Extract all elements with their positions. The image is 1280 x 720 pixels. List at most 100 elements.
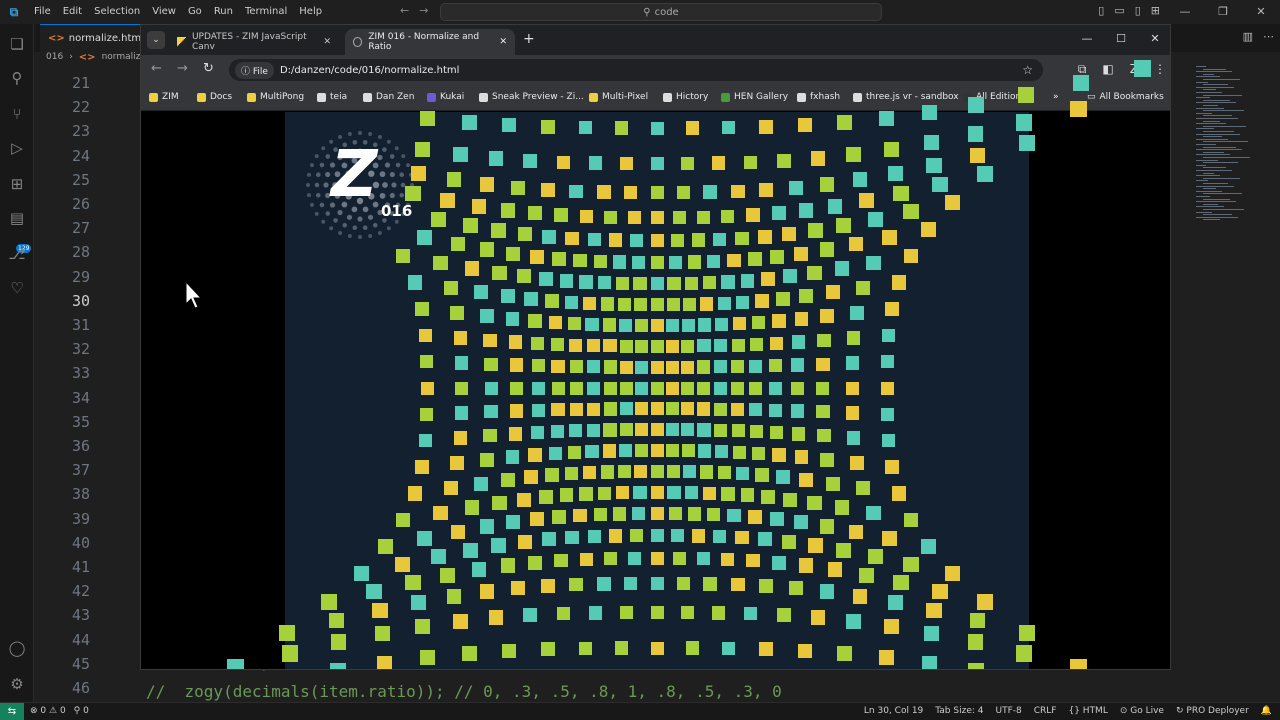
bookmark-hictory[interactable]: Hictory	[663, 92, 708, 102]
tile-square	[556, 155, 571, 170]
address-bar[interactable]: ⓘ File D:/danzen/code/016/normalize.html…	[229, 59, 1043, 81]
language-mode[interactable]: {} HTML	[1068, 706, 1107, 716]
cursor-position[interactable]: Ln 30, Col 19	[864, 706, 923, 716]
account-icon[interactable]: ◯	[7, 638, 27, 658]
search-icon[interactable]: ⚲	[7, 68, 27, 88]
menu-item-view[interactable]: View	[146, 0, 182, 24]
bookmark-kukai[interactable]: Kukai	[427, 92, 464, 102]
tab-search-icon[interactable]: ⌄	[147, 31, 165, 49]
tile-square	[791, 404, 805, 418]
minimize-icon[interactable]: —	[1070, 25, 1104, 53]
bookmark-fxhash[interactable]: fxhash	[797, 92, 840, 102]
bookmark-label: Dan Zen	[376, 92, 415, 102]
tab-size[interactable]: Tab Size: 4	[935, 706, 983, 716]
chevron-right-icon: ›	[69, 52, 73, 62]
menu-item-selection[interactable]: Selection	[88, 0, 146, 24]
kebab-menu-icon[interactable]: ⋮	[1154, 62, 1166, 77]
menu-item-go[interactable]: Go	[182, 0, 208, 24]
customize-layout-icon[interactable]: ⊞	[1151, 4, 1160, 17]
go-live-button[interactable]: ⊙ Go Live	[1120, 706, 1164, 716]
line-ending[interactable]: CRLF	[1034, 706, 1057, 716]
tile-square	[523, 608, 538, 623]
pro-deployer-button[interactable]: ↻ PRO Deployer	[1176, 706, 1249, 716]
tile-square	[702, 486, 717, 500]
encoding[interactable]: UTF-8	[995, 706, 1021, 716]
remote-indicator-icon[interactable]: ⇆	[0, 703, 24, 720]
minimap-line	[1196, 211, 1212, 213]
bookmark-docs[interactable]: Docs	[197, 92, 232, 102]
minimap[interactable]	[1192, 66, 1252, 226]
bookmark-star-icon[interactable]: ☆	[1022, 63, 1033, 77]
bookmark-dan-zen[interactable]: Dan Zen	[363, 92, 414, 102]
toggle-secondary-sidebar-icon[interactable]: ▯	[1135, 4, 1141, 17]
restore-icon[interactable]: ❐	[1204, 0, 1242, 24]
back-arrow-icon[interactable]: ←	[151, 61, 162, 76]
logo-dot	[346, 214, 353, 220]
forward-arrow-icon[interactable]: →	[177, 61, 188, 76]
bookmark-zim[interactable]: ZIM	[149, 92, 179, 102]
run-debug-icon[interactable]: ▷	[7, 138, 27, 158]
minimize-icon[interactable]: —	[1166, 0, 1204, 24]
menu-item-file[interactable]: File	[28, 0, 57, 24]
tile-square	[528, 448, 542, 462]
bookmark-sneak-preview-zi[interactable]: Sneak Preview - Zi...	[479, 92, 584, 102]
tile-square	[698, 318, 712, 332]
tile-square	[585, 317, 599, 332]
tile-square	[463, 218, 478, 233]
bookmark-multipong[interactable]: MultiPong	[247, 92, 304, 102]
problems-indicator[interactable]: ⊗ 0 ⚠ 0	[30, 706, 66, 716]
reload-icon[interactable]: ↻	[203, 61, 214, 76]
more-actions-icon[interactable]: ⋯	[1263, 30, 1274, 43]
source-control-icon[interactable]: ⑂	[7, 104, 27, 124]
close-icon[interactable]: ✕	[1138, 25, 1170, 53]
tile-square	[732, 317, 747, 331]
git-graph-icon[interactable]: ⎇	[7, 244, 27, 264]
extensions-icon[interactable]: ⊞	[7, 174, 27, 194]
explorer-icon[interactable]: ❏	[7, 34, 27, 54]
tile-square	[797, 643, 812, 658]
maximize-icon[interactable]: ☐	[1104, 25, 1138, 53]
close-tab-icon[interactable]: ✕	[499, 37, 507, 47]
zim-canvas-stage[interactable]: Z 016	[227, 59, 1151, 669]
bookmark-three-js-vr-sandbox[interactable]: three.js vr - sandbox	[853, 92, 959, 102]
back-arrow-icon[interactable]: ←	[400, 4, 409, 17]
tile-square	[759, 578, 774, 593]
tile-square	[730, 184, 745, 199]
bookmark-multi-pixel[interactable]: Multi-Pixel	[589, 92, 648, 102]
close-tab-icon[interactable]: ✕	[323, 37, 331, 47]
tile-square	[588, 606, 603, 620]
side-panel-icon[interactable]: ◧	[1102, 62, 1113, 77]
split-editor-icon[interactable]: ▥	[1243, 30, 1253, 43]
tile-square	[650, 507, 664, 521]
bookmarks-overflow-icon[interactable]: »	[1053, 92, 1059, 102]
notifications-bell-icon[interactable]: 🔔	[1261, 706, 1272, 716]
toggle-sidebar-icon[interactable]: ▯	[1098, 4, 1104, 17]
heart-icon[interactable]: ♡	[7, 278, 27, 298]
site-info-chip[interactable]: ⓘ File	[235, 61, 274, 79]
tile-square	[846, 147, 862, 163]
chrome-tab-normalize[interactable]: ZIM 016 - Normalize and Ratio ✕	[345, 29, 515, 55]
breadcrumb-folder[interactable]: 016	[46, 52, 63, 66]
remote-explorer-icon[interactable]: ▤	[7, 208, 27, 228]
logo-dot	[321, 146, 326, 151]
logo-dot	[309, 202, 314, 207]
menu-item-terminal[interactable]: Terminal	[239, 0, 293, 24]
all-bookmarks-folder[interactable]: ▭ All Bookmarks	[1087, 92, 1164, 102]
command-center-search[interactable]: ⚲ code	[440, 3, 882, 21]
forward-arrow-icon[interactable]: →	[419, 4, 428, 17]
menu-item-run[interactable]: Run	[208, 0, 239, 24]
toggle-panel-icon[interactable]: ▭	[1114, 4, 1124, 17]
bookmark-teia[interactable]: teia	[317, 92, 347, 102]
menu-item-help[interactable]: Help	[293, 0, 328, 24]
tile-square	[603, 552, 618, 566]
tile-square	[771, 555, 786, 570]
bookmark-hen-gallery[interactable]: HEN Gallery	[721, 92, 788, 102]
ports-indicator[interactable]: ⚲ 0	[74, 706, 89, 716]
tile-square	[516, 269, 531, 284]
close-icon[interactable]: ✕	[1242, 0, 1280, 24]
chrome-tab-updates[interactable]: UPDATES - ZIM JavaScript Canv ✕	[169, 29, 339, 55]
settings-gear-icon[interactable]: ⚙	[7, 674, 27, 694]
menu-item-edit[interactable]: Edit	[57, 0, 88, 24]
new-tab-plus-icon[interactable]: +	[523, 31, 535, 47]
warning-count: 0	[59, 706, 66, 716]
